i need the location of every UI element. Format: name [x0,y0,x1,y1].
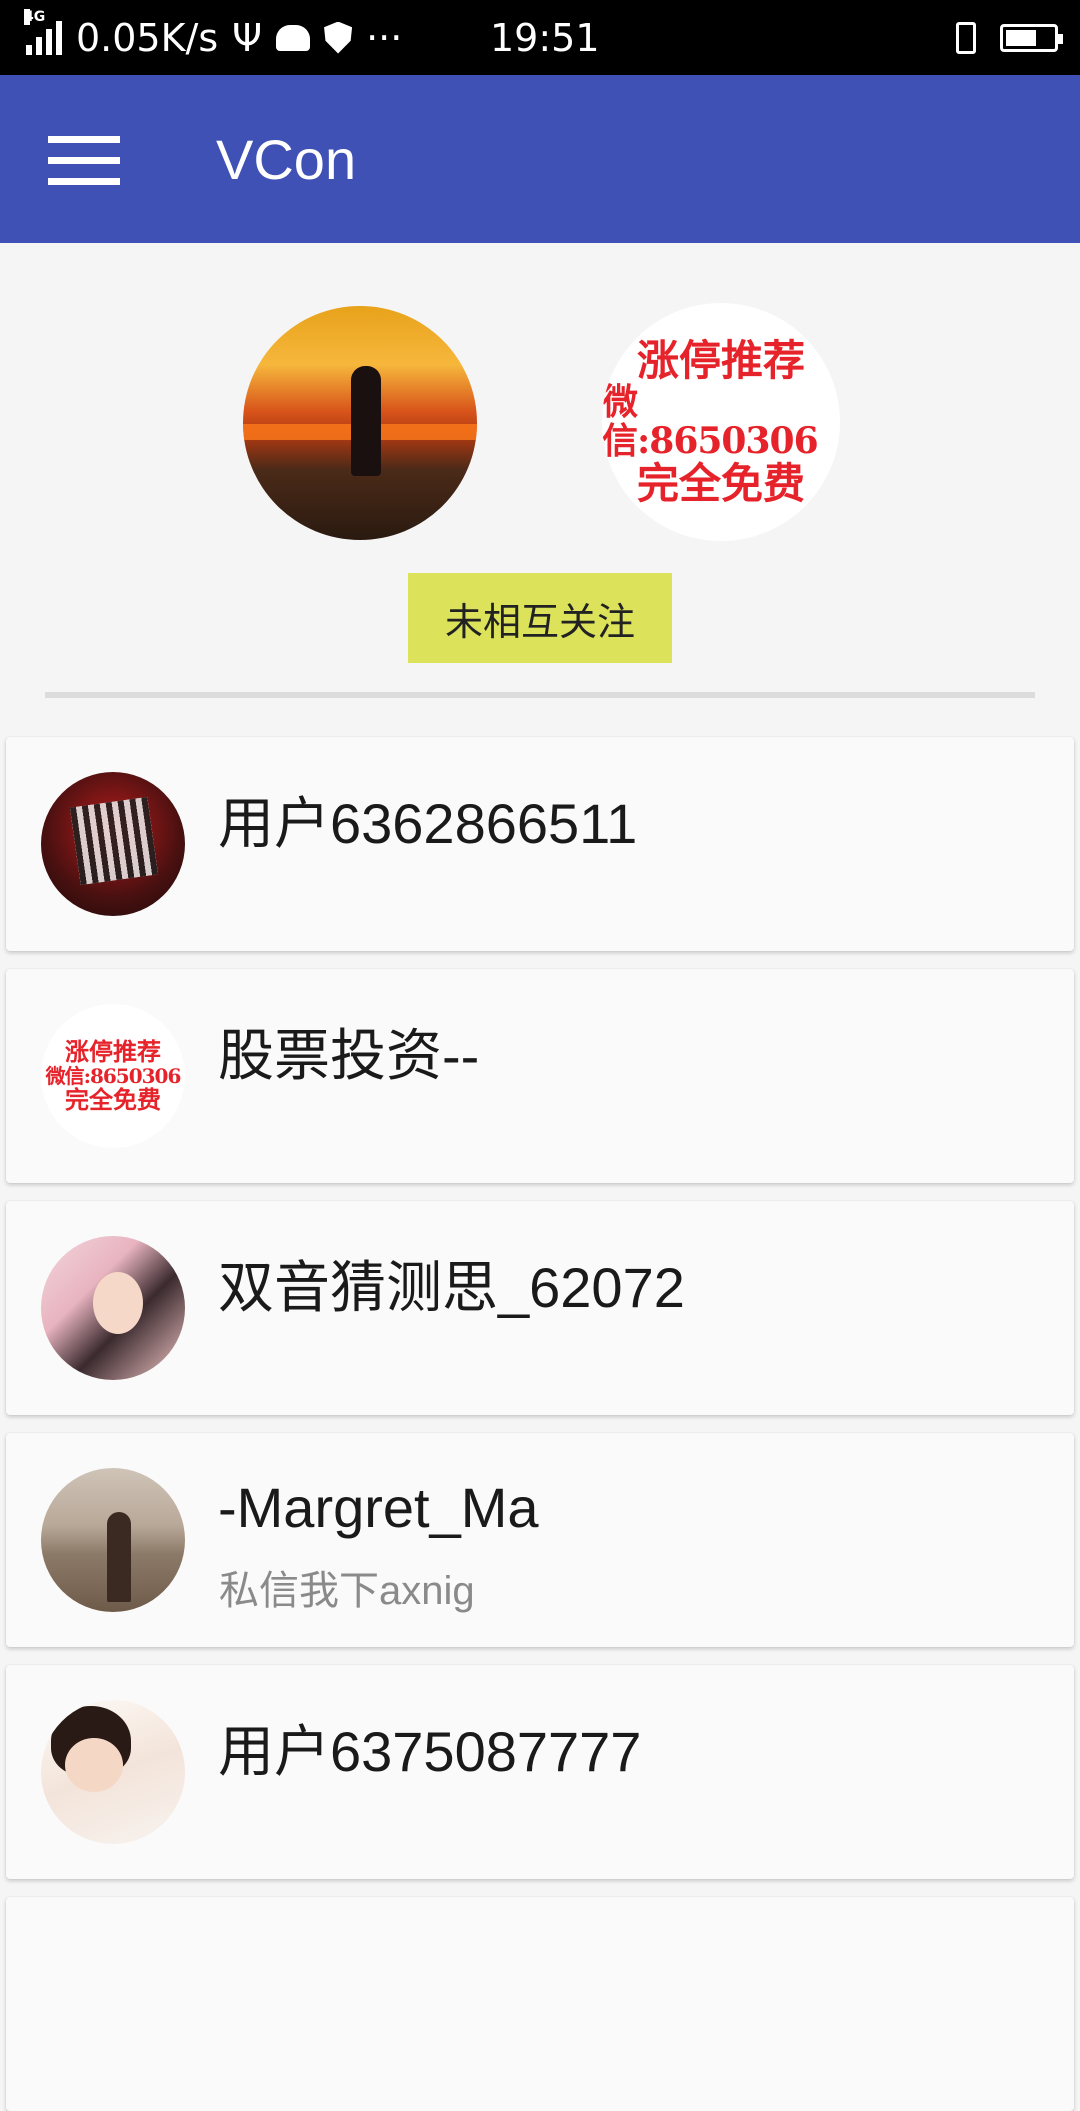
network-type: 4G [24,8,46,25]
battery-icon [1000,23,1063,52]
avatar [41,1700,185,1844]
user-name: 股票投资-- [218,1024,480,1087]
list-item[interactable]: 用户6375087777 [6,1665,1074,1879]
more-notifications: ··· [366,15,403,60]
network-speed: 0.05K/s [76,15,219,60]
list-item-partial[interactable] [6,1897,1074,2111]
avatar-text-line: 微信:8650306 [45,1064,182,1088]
list-item[interactable]: 用户6362866511 [6,737,1074,951]
user-name: -Margret_Ma [218,1476,539,1539]
my-avatar[interactable] [243,306,477,540]
avatar [41,1236,185,1380]
avatar-text-line: 完全免费 [636,458,805,508]
list-item[interactable]: -Margret_Ma 私信我下axnig [6,1433,1074,1647]
signal-icon: 4G [24,8,62,55]
menu-icon[interactable] [40,125,130,195]
avatar-text-line: 完全免费 [65,1085,161,1114]
clock: 19:51 [490,15,600,60]
android-icon [276,24,311,51]
avatar-text-line: 微信:8650306 [602,381,819,462]
app-title: VCon [216,127,357,191]
user-name: 双音猜测思_62072 [218,1256,685,1319]
divider [45,692,1035,698]
avatar [41,772,185,916]
status-left: 4G 0.05K/s Ψ ··· [24,0,403,75]
usb-icon: Ψ [232,15,263,60]
shield-icon [324,21,353,54]
avatar: 涨停推荐 微信:8650306 完全免费 [41,1004,185,1148]
avatar [41,1468,185,1612]
follow-status-button[interactable]: 未相互关注 [408,573,672,663]
other-user-avatar[interactable]: 涨停推荐 微信:8650306 完全免费 [602,303,840,541]
status-right [956,0,1063,75]
vibrate-icon [956,21,976,54]
list-item[interactable]: 涨停推荐 微信:8650306 完全免费 股票投资-- [6,969,1074,1183]
user-name: 用户6375087777 [218,1720,642,1783]
avatar-text-line: 涨停推荐 [636,335,805,385]
user-name: 用户6362866511 [218,792,638,855]
app-bar: VCon [0,75,1080,243]
status-bar: 4G 0.05K/s Ψ ··· 19:51 [0,0,1080,75]
user-signature: 私信我下axnig [219,1569,475,1613]
list-item[interactable]: 双音猜测思_62072 [6,1201,1074,1415]
avatar-text-line: 涨停推荐 [65,1036,161,1066]
